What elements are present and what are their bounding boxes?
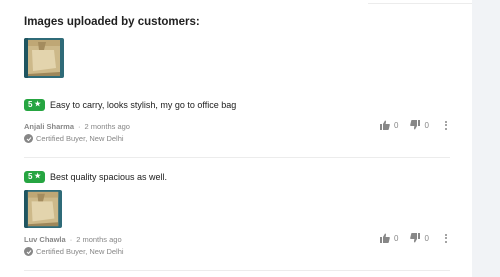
like-button[interactable]: 0: [380, 120, 398, 130]
thumbs-down-icon: [410, 233, 421, 243]
review-text: Best quality spacious as well.: [50, 172, 168, 182]
reviewer-name: Anjali Sharma: [24, 122, 75, 131]
certified-label: Certified Buyer, New Delhi: [36, 247, 124, 256]
dislike-count: 0: [424, 120, 429, 130]
check-circle-icon: [24, 247, 33, 256]
separator: ·: [69, 235, 73, 244]
review-image-thumbnail[interactable]: [24, 190, 62, 228]
review-text: Easy to carry, looks stylish, my go to o…: [50, 100, 237, 110]
dislike-button[interactable]: 0: [410, 120, 429, 130]
more-vertical-icon[interactable]: [444, 120, 447, 130]
thumbs-down-icon: [410, 120, 421, 130]
more-vertical-icon[interactable]: [444, 233, 447, 243]
reviews-panel: Images uploaded by customers: 5 ★ Easy t…: [0, 0, 472, 277]
review-meta: Anjali Sharma · 2 months ago: [24, 122, 130, 131]
review-meta: Luv Chawla · 2 months ago: [24, 235, 122, 244]
review-time: 2 months ago: [84, 122, 130, 131]
divider: [368, 3, 472, 4]
like-count: 0: [394, 120, 399, 130]
reviewer-name: Luv Chawla: [24, 235, 66, 244]
separator: ·: [78, 122, 81, 131]
rating-value: 5: [28, 172, 33, 181]
section-title: Images uploaded by customers:: [24, 16, 200, 28]
star-icon: ★: [34, 101, 41, 108]
review-time: 2 months ago: [76, 235, 122, 244]
certified-buyer: Certified Buyer, New Delhi: [24, 247, 124, 256]
dislike-button[interactable]: 0: [410, 233, 429, 243]
review-divider: [24, 270, 450, 271]
like-button[interactable]: 0: [380, 233, 398, 243]
dislike-count: 0: [424, 233, 429, 243]
thumbs-up-icon: [380, 120, 390, 130]
star-icon: ★: [34, 173, 41, 180]
review-divider: [24, 157, 450, 158]
rating-badge: 5 ★: [24, 99, 45, 111]
check-circle-icon: [24, 134, 33, 143]
review-actions: 0 0: [380, 120, 447, 130]
like-count: 0: [394, 233, 399, 243]
certified-label: Certified Buyer, New Delhi: [36, 134, 124, 143]
thumbs-up-icon: [380, 233, 390, 243]
rating-value: 5: [28, 100, 33, 109]
certified-buyer: Certified Buyer, New Delhi: [24, 134, 124, 143]
customer-image-thumbnail[interactable]: [24, 38, 64, 78]
review-actions: 0 0: [380, 233, 447, 243]
rating-badge: 5 ★: [24, 171, 45, 183]
